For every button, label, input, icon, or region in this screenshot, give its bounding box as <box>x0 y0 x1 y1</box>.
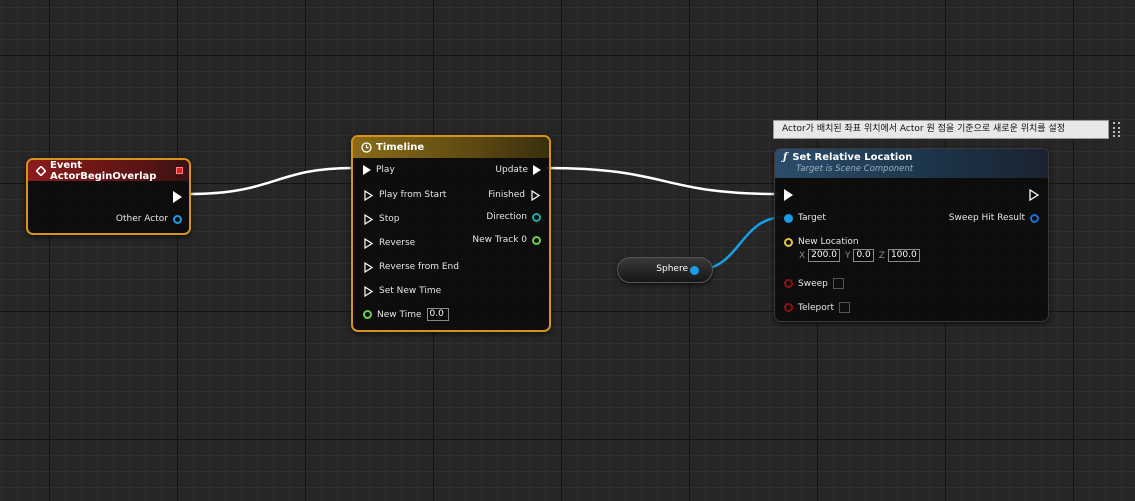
exec-in-outline-icon <box>363 285 374 297</box>
set-new-time-label: Set New Time <box>379 286 442 296</box>
sphere-variable-node[interactable]: Sphere <box>617 257 713 283</box>
event-node-header[interactable]: Event ActorBeginOverlap <box>28 159 189 182</box>
z-axis-label: Z <box>878 250 885 261</box>
play-from-start-pin[interactable]: Play from Start <box>363 189 446 201</box>
new-time-label: New Time <box>377 309 422 320</box>
timeline-node-title: Timeline <box>376 142 425 153</box>
direction-label: Direction <box>486 212 527 222</box>
sweep-label: Sweep <box>798 278 828 289</box>
sphere-out-pin-icon[interactable] <box>690 266 699 275</box>
new-location-pin[interactable]: New Location <box>784 237 859 247</box>
exec-out-outline-icon <box>530 189 541 201</box>
object-pin-icon <box>784 213 793 223</box>
play-label: Play <box>376 165 395 175</box>
finished-label: Finished <box>488 190 525 200</box>
reverse-from-end-label: Reverse from End <box>379 262 459 272</box>
teleport-label: Teleport <box>798 302 834 313</box>
event-diamond-icon <box>36 165 46 176</box>
float-pin-icon <box>532 235 541 245</box>
struct-pin-icon <box>1030 213 1039 223</box>
other-actor-label: Other Actor <box>115 214 168 224</box>
direction-pin[interactable]: Direction <box>486 212 541 222</box>
reverse-pin[interactable]: Reverse <box>363 237 415 249</box>
exec-out-outline-icon <box>1028 189 1039 201</box>
sweep-pin[interactable]: Sweep <box>784 278 844 289</box>
event-exec-out-pin[interactable] <box>173 191 182 203</box>
function-f-icon: ƒ <box>783 152 788 163</box>
stop-label: Stop <box>379 214 400 224</box>
exec-out-icon <box>533 165 541 175</box>
enum-pin-icon <box>532 212 541 222</box>
timeline-node-header[interactable]: Timeline <box>353 137 549 158</box>
stop-pin[interactable]: Stop <box>363 213 399 225</box>
new-track-label: New Track 0 <box>472 235 527 245</box>
teleport-pin[interactable]: Teleport <box>784 302 850 313</box>
play-from-start-label: Play from Start <box>379 190 447 200</box>
set-location-header[interactable]: ƒ Set Relative Location Target is Scene … <box>775 149 1048 178</box>
comment-text: Actor가 배치된 좌표 위치에서 Actor 원 점을 기준으로 새로운 위… <box>782 124 1065 134</box>
clock-icon <box>361 142 372 153</box>
set-location-exec-in-pin[interactable] <box>784 189 793 201</box>
event-actor-begin-overlap-node[interactable]: Event ActorBeginOverlap Other Actor <box>26 158 191 235</box>
set-location-title: Set Relative Location <box>792 152 913 163</box>
location-x-input[interactable]: 200.0 <box>808 249 840 262</box>
target-pin[interactable]: Target <box>784 213 826 223</box>
location-y-input[interactable]: 0.0 <box>853 249 874 262</box>
location-z-input[interactable]: 100.0 <box>887 249 920 262</box>
vector-pin-icon <box>784 237 793 247</box>
exec-in-icon <box>784 189 793 201</box>
exec-out-icon <box>173 191 182 203</box>
bool-pin-icon <box>784 279 793 288</box>
play-pin[interactable]: Play <box>363 165 395 175</box>
set-relative-location-node[interactable]: ƒ Set Relative Location Target is Scene … <box>774 148 1049 322</box>
set-location-subtitle: Target is Scene Component <box>796 164 914 174</box>
set-location-exec-out-pin[interactable] <box>1028 189 1039 201</box>
exec-in-outline-icon <box>363 213 374 225</box>
exec-wire-event-to-play <box>188 166 354 196</box>
target-label: Target <box>798 213 826 223</box>
sphere-label: Sphere <box>656 264 688 274</box>
finished-pin[interactable]: Finished <box>488 189 541 201</box>
reverse-label: Reverse <box>379 238 416 248</box>
delegate-pin-icon[interactable] <box>176 167 183 174</box>
x-axis-label: X <box>799 250 806 261</box>
new-location-label: New Location <box>798 237 859 247</box>
event-node-title: Event ActorBeginOverlap <box>50 159 157 182</box>
update-pin[interactable]: Update <box>495 165 541 175</box>
other-actor-pin[interactable]: Other Actor <box>116 214 182 224</box>
float-pin-icon <box>363 310 372 319</box>
comment-pin-handle[interactable] <box>1113 122 1120 137</box>
exec-wire-update-to-set-location <box>545 166 778 196</box>
comment-bubble[interactable]: Actor가 배치된 좌표 위치에서 Actor 원 점을 기준으로 새로운 위… <box>773 120 1109 139</box>
new-time-input[interactable]: 0.0 <box>426 308 449 321</box>
exec-in-outline-icon <box>363 261 374 273</box>
sweep-checkbox[interactable] <box>832 278 844 289</box>
new-time-pin[interactable]: New Time 0.0 <box>363 308 449 321</box>
exec-in-icon <box>363 165 371 175</box>
teleport-checkbox[interactable] <box>839 302 850 313</box>
bool-pin-icon <box>784 303 793 312</box>
exec-in-outline-icon <box>363 189 374 201</box>
y-axis-label: Y <box>844 250 851 261</box>
set-new-time-pin[interactable]: Set New Time <box>363 285 441 297</box>
sweep-hit-result-pin[interactable]: Sweep Hit Result <box>949 213 1039 223</box>
new-track-pin[interactable]: New Track 0 <box>472 235 541 245</box>
exec-in-outline-icon <box>363 237 374 249</box>
object-pin-icon <box>173 214 182 224</box>
timeline-node[interactable]: Timeline Play Play from Start Stop Rever… <box>351 135 551 332</box>
new-location-values: X 200.0 Y 0.0 Z 100.0 <box>797 249 920 262</box>
reverse-from-end-pin[interactable]: Reverse from End <box>363 261 459 273</box>
sweep-hit-result-label: Sweep Hit Result <box>948 213 1025 223</box>
update-label: Update <box>495 165 528 175</box>
